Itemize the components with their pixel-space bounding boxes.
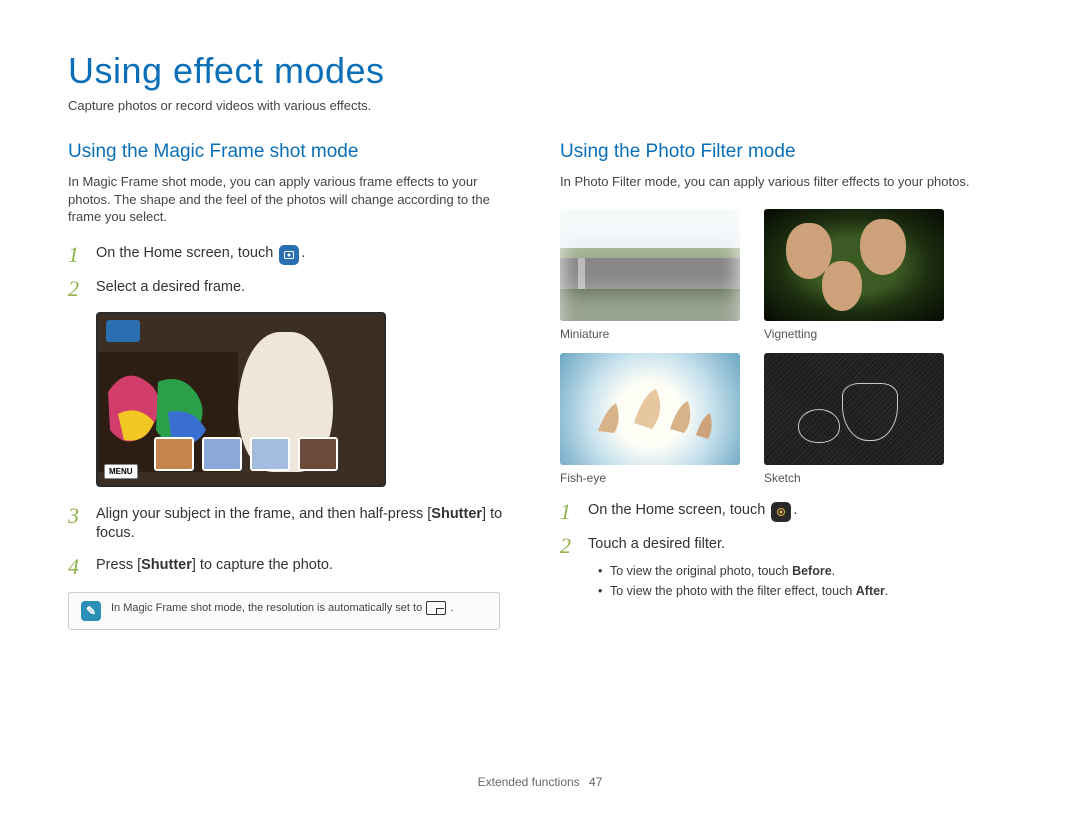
step-text-fragment: ] to capture the photo. [192, 557, 333, 573]
frame-thumb [298, 437, 338, 471]
manual-page: Using effect modes Capture photos or rec… [0, 0, 1080, 815]
footer-page-number: 47 [589, 775, 602, 789]
left-step-4: 4 Press [Shutter] to capture the photo. [68, 556, 520, 578]
filter-sample-miniature: Miniature [560, 209, 740, 341]
bullet-bold: Before [792, 564, 832, 578]
filter-sample-sketch: Sketch [764, 353, 944, 485]
left-section-intro: In Magic Frame shot mode, you can apply … [68, 173, 520, 226]
left-step-2: 2 Select a desired frame. [68, 278, 520, 300]
step-text-bold: Shutter [141, 557, 192, 573]
bullet-fragment: . [885, 584, 888, 598]
step-text-fragment: On the Home screen, touch [96, 245, 277, 261]
magic-frame-icon [279, 245, 299, 265]
page-footer: Extended functions 47 [0, 775, 1080, 789]
step-text: Select a desired frame. [96, 278, 245, 298]
mode-icon-overlay [106, 320, 140, 342]
sample-image [764, 209, 944, 321]
step-number: 4 [68, 556, 86, 578]
right-step-1: 1 On the Home screen, touch . [560, 501, 1012, 523]
camera-ui-preview: MENU [96, 312, 386, 487]
step-text-fragment: Press [ [96, 557, 141, 573]
step-text: Align your subject in the frame, and the… [96, 505, 520, 544]
step-text-fragment: Align your subject in the frame, and the… [96, 506, 431, 522]
bullet-fragment: . [832, 564, 835, 578]
page-title: Using effect modes [68, 50, 1012, 92]
filter-label: Fish-eye [560, 471, 740, 485]
frame-thumb [202, 437, 242, 471]
footer-section-label: Extended functions [478, 775, 580, 789]
resolution-icon [426, 601, 446, 615]
bullet-bold: After [856, 584, 885, 598]
note-text: In Magic Frame shot mode, the resolution… [111, 601, 453, 615]
sub-bullet: To view the photo with the filter effect… [598, 581, 1012, 601]
step-text-fragment: On the Home screen, touch [588, 502, 769, 518]
note-box: ✎ In Magic Frame shot mode, the resoluti… [68, 592, 500, 630]
sub-bullet: To view the original photo, touch Before… [598, 561, 1012, 581]
right-step-2: 2 Touch a desired filter. [560, 535, 1012, 557]
right-section-intro: In Photo Filter mode, you can apply vari… [560, 173, 1012, 191]
filter-label: Vignetting [764, 327, 944, 341]
info-icon: ✎ [81, 601, 101, 621]
two-column-layout: Using the Magic Frame shot mode In Magic… [68, 141, 1012, 630]
step-text-fragment: . [301, 245, 305, 261]
sample-image [764, 353, 944, 465]
step-text: On the Home screen, touch . [96, 244, 305, 265]
filter-sample-fisheye: Fish-eye [560, 353, 740, 485]
menu-badge: MENU [104, 464, 138, 479]
note-fragment: In Magic Frame shot mode, the resolution… [111, 602, 422, 614]
left-step-3: 3 Align your subject in the frame, and t… [68, 505, 520, 544]
left-section-heading: Using the Magic Frame shot mode [68, 141, 520, 163]
frame-thumb [154, 437, 194, 471]
step-number: 2 [560, 535, 578, 557]
step-number: 2 [68, 278, 86, 300]
right-column: Using the Photo Filter mode In Photo Fil… [560, 141, 1012, 630]
sub-bullet-list: To view the original photo, touch Before… [598, 561, 1012, 601]
frame-thumb [250, 437, 290, 471]
sample-image [560, 353, 740, 465]
step-text: On the Home screen, touch . [588, 501, 797, 522]
bullet-fragment: To view the photo with the filter effect… [610, 584, 856, 598]
step-text-fragment: . [793, 502, 797, 518]
filter-label: Miniature [560, 327, 740, 341]
step-number: 1 [68, 244, 86, 266]
right-section-heading: Using the Photo Filter mode [560, 141, 1012, 163]
sample-image [560, 209, 740, 321]
filter-samples-grid: Miniature Vignetting [560, 209, 1012, 485]
filter-label: Sketch [764, 471, 944, 485]
step-number: 1 [560, 501, 578, 523]
step-text: Touch a desired filter. [588, 535, 725, 555]
note-fragment: . [450, 602, 453, 614]
step-text-bold: Shutter [431, 506, 482, 522]
step-text: Press [Shutter] to capture the photo. [96, 556, 333, 576]
left-step-1: 1 On the Home screen, touch . [68, 244, 520, 266]
bullet-fragment: To view the original photo, touch [610, 564, 792, 578]
left-column: Using the Magic Frame shot mode In Magic… [68, 141, 520, 630]
photo-filter-icon [771, 502, 791, 522]
step-number: 3 [68, 505, 86, 527]
page-subtitle: Capture photos or record videos with var… [68, 98, 1012, 113]
filter-sample-vignetting: Vignetting [764, 209, 944, 341]
